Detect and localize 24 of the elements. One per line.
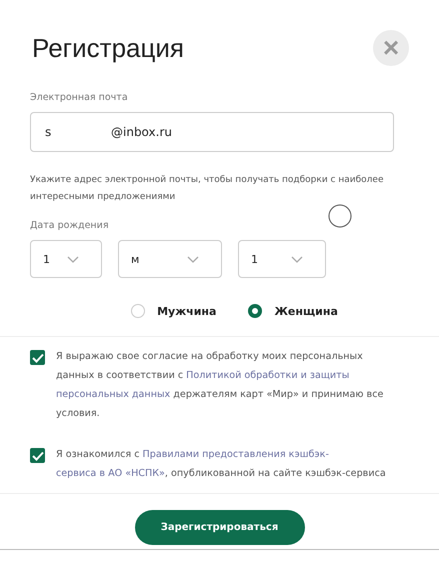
checkbox[interactable] [30,448,45,463]
field-label: Дата рождения [30,220,110,231]
date-select[interactable]: м [118,240,222,278]
radio-button[interactable] [248,304,262,318]
field-hint: Укажите адрес электронной почты, чтобы получать подборки с наиболее интересными предложениями [30,174,384,204]
email-field[interactable]: s @inbox.ru [30,112,394,152]
date-select[interactable]: 1 [238,240,326,278]
checkbox[interactable] [30,350,45,365]
cursor-ring [328,204,352,228]
link[interactable]: персональных данных [56,389,170,400]
link[interactable]: Политикой обработки и защиты [186,370,350,381]
dialog-title: Регистрация [32,32,184,64]
link[interactable]: сервиса в АО «НСПК» [56,468,165,479]
link[interactable]: Правилами предоставления кэшбэк- [142,449,329,460]
chevron-down-icon [187,256,199,262]
chevron-down-icon [67,256,79,262]
radio-label[interactable]: Мужчина [157,304,216,318]
chevron-down-icon [291,256,303,262]
date-select[interactable]: 1 [30,240,102,278]
radio-label[interactable]: Женщина [274,304,338,318]
field-label: Электронная почта [30,92,129,103]
register-button[interactable]: Зарегистрироваться [134,510,304,545]
consent-text: Я ознакомился с Правилами предоставления кэшбэк- сервиса в АО «НСПК», опубликованной на сайте кэшбэк-сервиса [56,448,387,481]
consent-text: Я выражаю свое согласие на обработку моих персональных данных в соответствии с Политикой обработки и защиты персональных данных держателям карт «Мир» и принимаю все условия. [56,350,384,421]
